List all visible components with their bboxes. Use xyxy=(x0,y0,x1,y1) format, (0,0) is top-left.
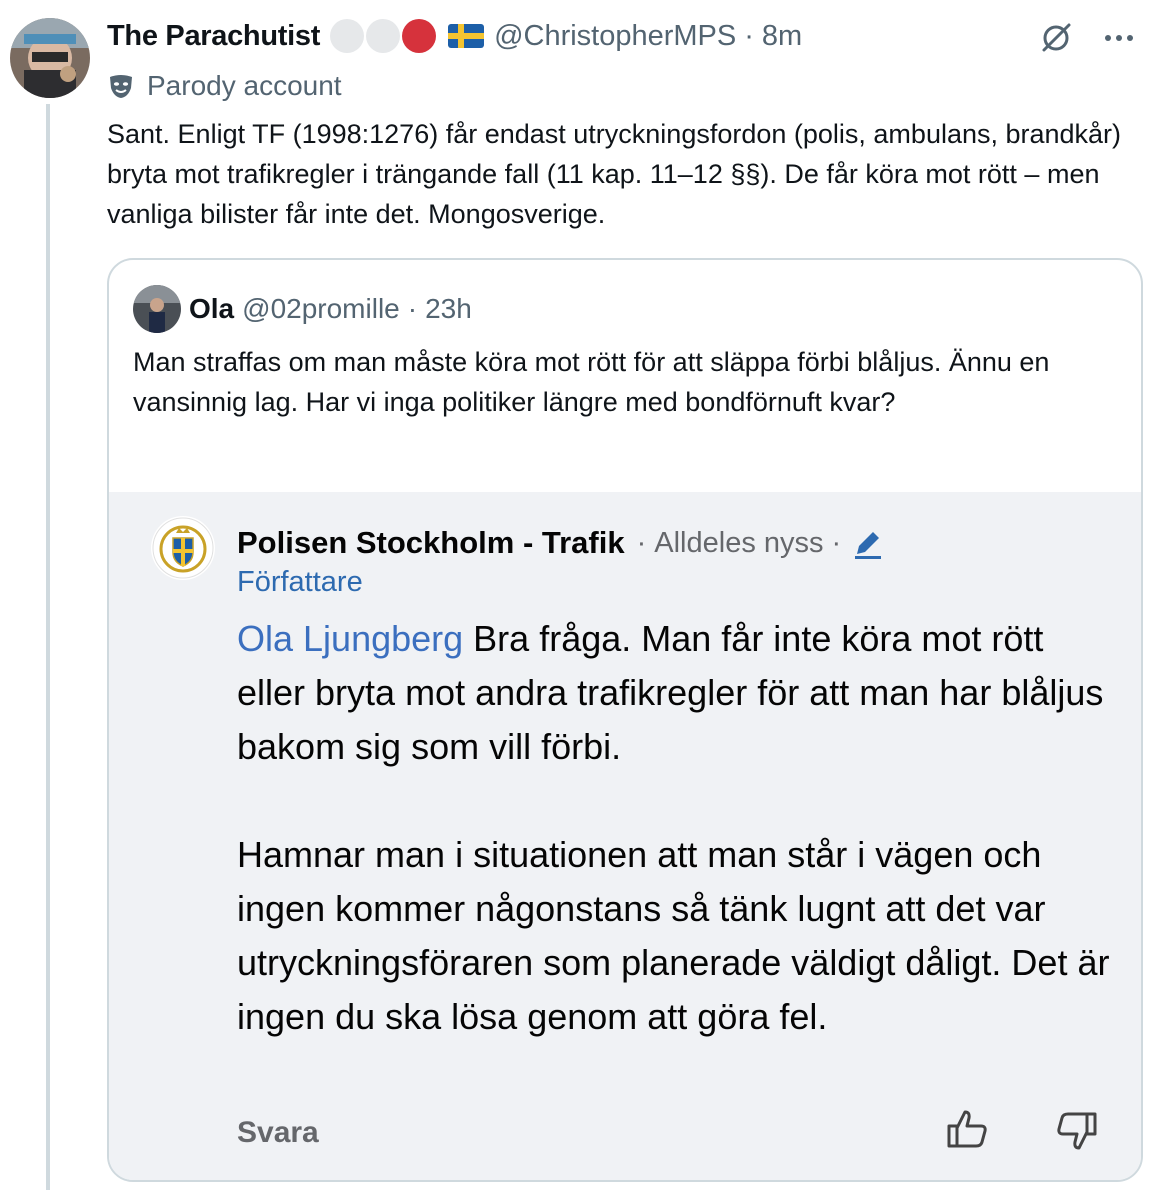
comment-paragraph-2: Hamnar man i situationen att man står i … xyxy=(237,834,1110,1037)
timestamp[interactable]: 8m xyxy=(762,20,802,53)
parody-label: Parody account xyxy=(107,66,342,106)
quoted-display-name[interactable]: Ola xyxy=(189,293,234,325)
quoted-header: Ola @02promille · 23h xyxy=(133,285,472,333)
affiliation-badge xyxy=(366,19,401,53)
quoted-handle[interactable]: @02promille xyxy=(242,293,400,325)
more-icon[interactable] xyxy=(1104,33,1134,43)
quoted-tweet[interactable]: Ola @02promille · 23h Man straffas om ma… xyxy=(107,258,1143,1182)
police-logo xyxy=(151,516,215,580)
reply-label: Svara xyxy=(237,1116,319,1149)
avatar[interactable] xyxy=(10,18,90,98)
meta-separator: · xyxy=(744,19,754,52)
quoted-timestamp: 23h xyxy=(425,293,472,324)
parody-mask-icon xyxy=(110,75,132,98)
comment-time: Alldeles nyss xyxy=(654,526,824,559)
thumbs-down-icon xyxy=(1057,1112,1097,1150)
quoted-avatar[interactable] xyxy=(133,285,181,333)
comment-header: Polisen Stockholm - Trafik · Alldeles ny… xyxy=(237,522,885,564)
tweet-header: The Parachutist @ChristopherMPS · 8m xyxy=(107,16,802,56)
affiliation-badge-red xyxy=(402,19,437,53)
author-badge: Författare xyxy=(237,566,363,598)
edit-pencil-icon xyxy=(855,532,882,559)
parody-text: Parody account xyxy=(147,70,342,101)
embedded-comment-image: Polisen Stockholm - Trafik · Alldeles ny… xyxy=(109,492,1141,1180)
thumbs-up-icon xyxy=(947,1110,987,1148)
meta-separator: · xyxy=(407,293,418,324)
meta-separator: · xyxy=(636,526,647,559)
handle[interactable]: @ChristopherMPS xyxy=(494,20,736,53)
affiliation-badge xyxy=(330,19,365,53)
thread-line xyxy=(46,104,50,1190)
sweden-flag-icon xyxy=(448,24,485,48)
meta-separator: · xyxy=(831,526,842,559)
tweet-text: Sant. Enligt TF (1998:1276) får endast u… xyxy=(107,119,1122,229)
comment-mention: Ola Ljungberg xyxy=(237,618,464,659)
comment-text: Ola Ljungberg Bra fråga. Man får inte kö… xyxy=(237,612,1117,1044)
grok-icon[interactable] xyxy=(1038,20,1074,56)
quoted-text: Man straffas om man måste köra mot rött … xyxy=(133,347,1050,417)
comment-author: Polisen Stockholm - Trafik xyxy=(237,525,625,560)
display-name[interactable]: The Parachutist xyxy=(107,20,320,53)
